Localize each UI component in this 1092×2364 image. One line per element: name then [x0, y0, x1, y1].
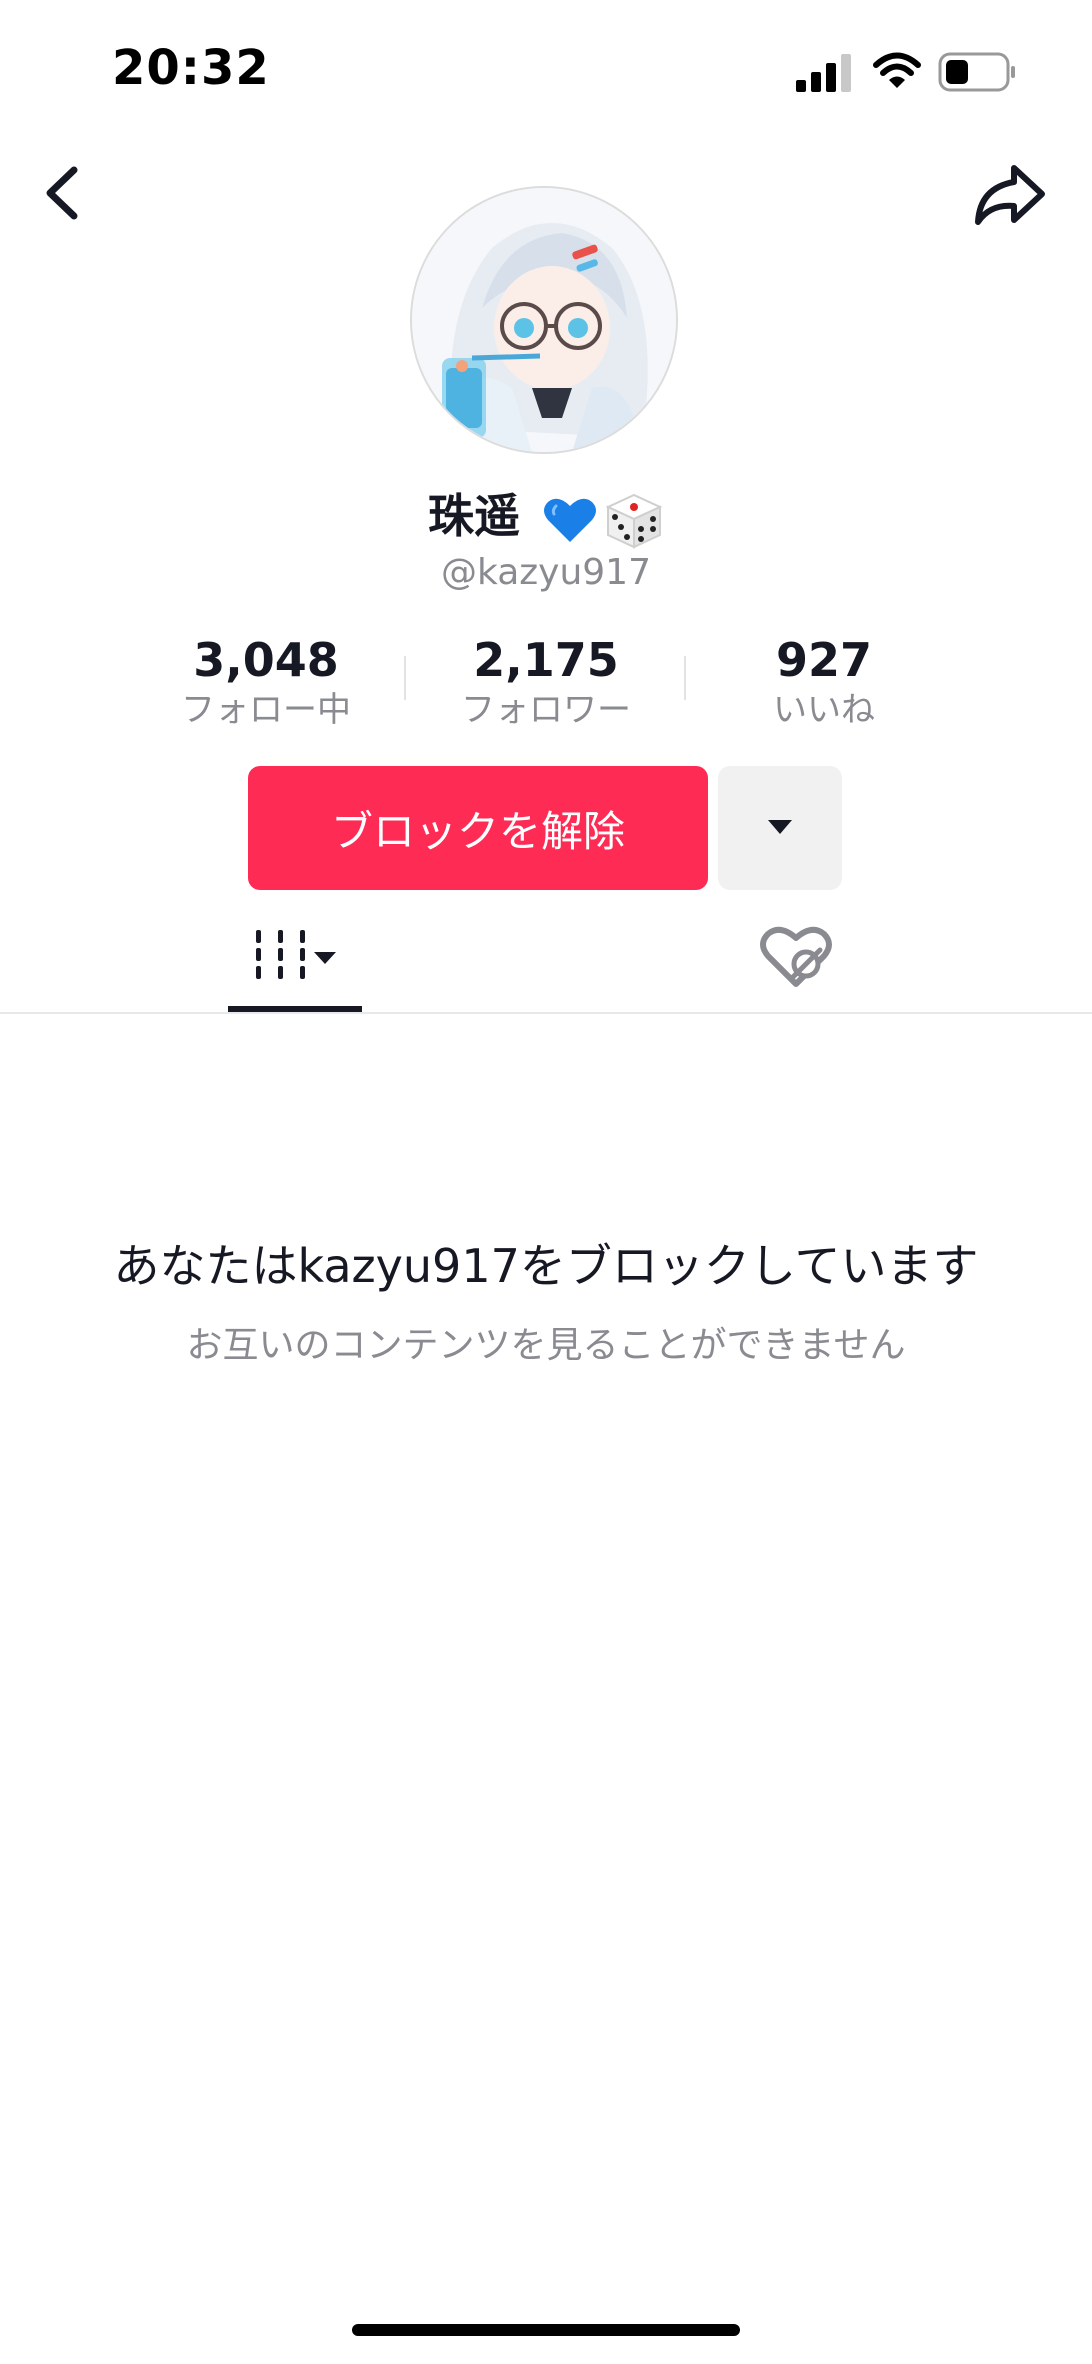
- blocked-message-subtitle: お互いのコンテンツを見ることができません: [186, 1325, 906, 1366]
- status-time: 20:32: [112, 40, 270, 96]
- caret-down-icon: [768, 820, 792, 834]
- stat-followers-value: 2,175: [473, 633, 619, 687]
- wifi-icon: [873, 52, 921, 88]
- blue-heart-icon: [544, 498, 596, 542]
- avatar[interactable]: [410, 186, 678, 454]
- dice-icon: [605, 493, 663, 549]
- stat-following-value: 3,048: [193, 633, 339, 687]
- stat-followers[interactable]: 2,175 フォロワー: [416, 632, 676, 732]
- display-name: 珠遥: [427, 489, 520, 543]
- battery-icon: [938, 52, 1015, 92]
- back-icon[interactable]: [34, 160, 90, 226]
- videos-grid-icon: [256, 930, 336, 979]
- stat-likes[interactable]: 927 いいね: [694, 632, 954, 732]
- profile-handle: @kazyu917: [440, 552, 651, 593]
- more-options-button[interactable]: [718, 766, 842, 890]
- stat-followers-label: フォロワー: [461, 690, 631, 730]
- stat-following-label: フォロー中: [181, 690, 351, 730]
- tab-videos[interactable]: [228, 918, 362, 1014]
- avatar-illustration: [412, 188, 676, 452]
- liked-hidden-icon[interactable]: [756, 920, 836, 992]
- share-icon[interactable]: [970, 158, 1050, 230]
- tabs-border: [0, 1012, 1092, 1014]
- home-indicator: [352, 2324, 740, 2336]
- stat-likes-label: いいね: [773, 690, 875, 730]
- stat-divider: [404, 656, 406, 700]
- stat-following[interactable]: 3,048 フォロー中: [136, 632, 396, 732]
- signal-icon: [796, 54, 851, 92]
- profile-name-row: 珠遥: [0, 480, 1092, 549]
- blocked-message-title: あなたはkazyu917をブロックしています: [113, 1239, 979, 1293]
- stat-likes-value: 927: [775, 633, 873, 687]
- stat-divider: [684, 656, 686, 700]
- unblock-button[interactable]: ブロックを解除: [248, 766, 708, 890]
